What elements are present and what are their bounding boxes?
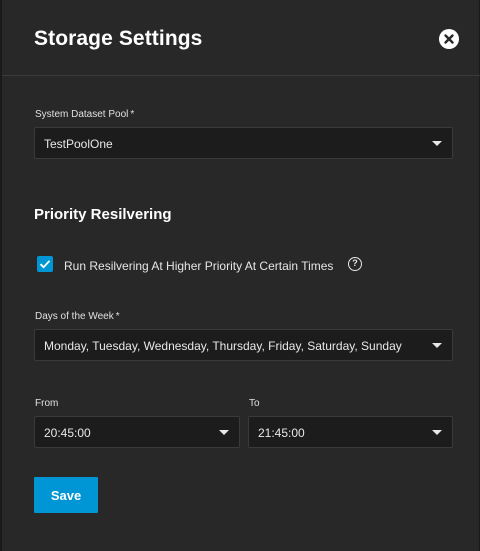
chevron-down-icon (432, 343, 442, 348)
system-dataset-pool-label-text: System Dataset Pool (35, 109, 129, 120)
system-dataset-pool-value: TestPoolOne (44, 137, 113, 151)
required-mark: * (130, 109, 135, 120)
days-of-week-select[interactable]: Monday, Tuesday, Wednesday, Thursday, Fr… (34, 329, 453, 361)
days-of-week-value: Monday, Tuesday, Wednesday, Thursday, Fr… (44, 339, 402, 353)
run-resilvering-checkbox[interactable] (37, 256, 53, 272)
chevron-down-icon (432, 141, 442, 146)
help-icon[interactable]: ? (348, 257, 362, 271)
to-time-value: 21:45:00 (258, 426, 305, 440)
dialog-header: Storage Settings (2, 0, 480, 76)
storage-settings-dialog: Storage Settings System Dataset Pool * Te… (0, 0, 480, 551)
dialog-title: Storage Settings (34, 27, 203, 50)
to-label: To (249, 398, 260, 409)
priority-resilvering-heading: Priority Resilvering (34, 206, 172, 223)
chevron-down-icon (432, 430, 442, 435)
save-button[interactable]: Save (34, 477, 98, 513)
chevron-down-icon (219, 430, 229, 435)
from-time-select[interactable]: 20:45:00 (34, 416, 240, 448)
required-mark: * (115, 311, 120, 322)
days-of-week-label: Days of the Week * (35, 311, 120, 322)
to-time-select[interactable]: 21:45:00 (248, 416, 453, 448)
days-of-week-label-text: Days of the Week (35, 311, 114, 322)
system-dataset-pool-label: System Dataset Pool * (35, 109, 134, 120)
from-label: From (35, 398, 59, 409)
run-resilvering-label[interactable]: Run Resilvering At Higher Priority At Ce… (64, 259, 333, 273)
system-dataset-pool-select[interactable]: TestPoolOne (34, 127, 453, 159)
close-icon[interactable] (439, 29, 459, 49)
checkmark-icon (39, 260, 51, 269)
from-time-value: 20:45:00 (44, 426, 91, 440)
